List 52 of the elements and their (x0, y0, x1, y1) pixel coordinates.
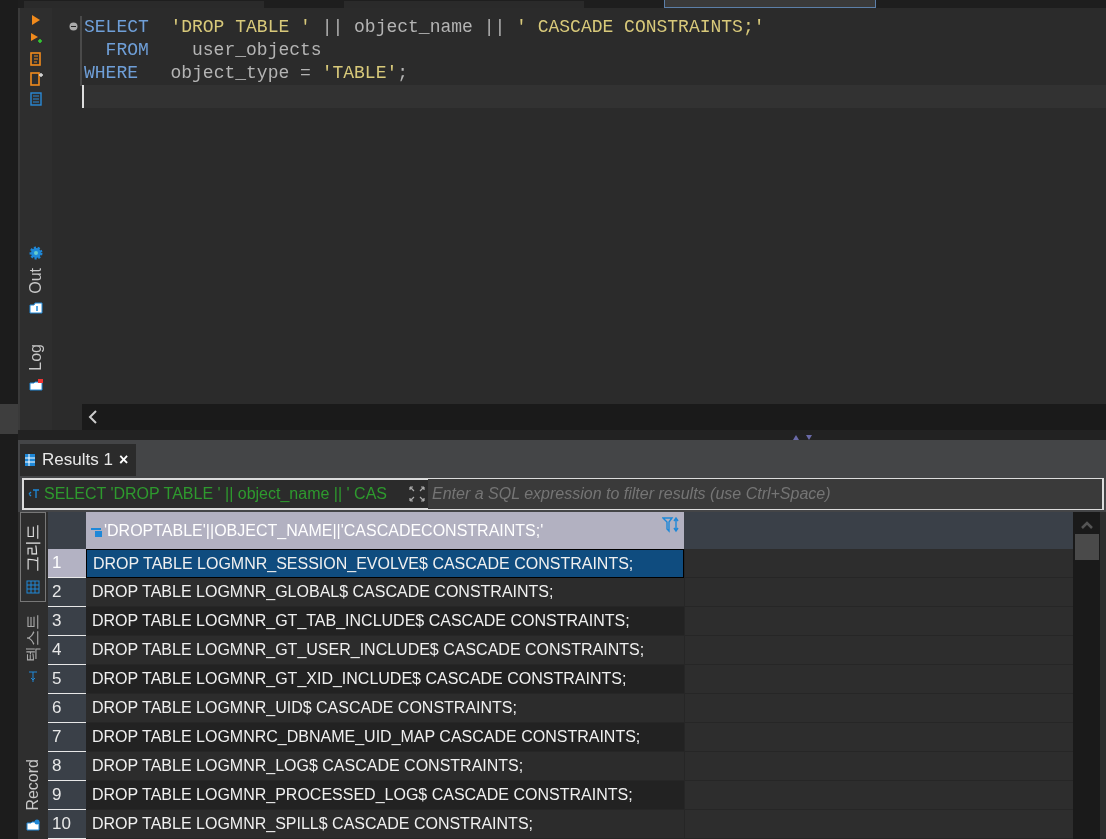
folder-icon (26, 819, 40, 831)
code-token: 'DROP TABLE ' (169, 17, 311, 37)
view-tab[interactable]: 그리드 (20, 512, 46, 602)
code-token: ' CASCADE CONSTRAINTS;' (516, 17, 765, 37)
row-number: 4 (48, 636, 86, 665)
filter-sort-icon[interactable] (662, 517, 680, 533)
row-number: 1 (48, 549, 86, 578)
output-tab[interactable]: Out (24, 266, 48, 296)
code-token: 'TABLE' (321, 63, 398, 83)
table-cell[interactable]: DROP TABLE LOGMNRC_DBNAME_UID_MAP CASCADE CONSTRAINTS; (86, 723, 684, 752)
grid-icon (26, 580, 40, 594)
record-tab[interactable]: Record (20, 747, 46, 839)
code-token: user_objects (191, 40, 322, 60)
table-cell[interactable]: DROP TABLE LOGMNR_SESSION_EVOLVE$ CASCADE CONSTRAINTS; (86, 549, 684, 578)
run-icon[interactable] (31, 14, 41, 26)
row-number: 8 (48, 752, 86, 781)
collapse-icon[interactable] (69, 22, 78, 31)
code-token: ; (397, 63, 409, 83)
splitter-arrows-icon[interactable] (792, 434, 814, 440)
close-button[interactable]: × (118, 451, 129, 469)
text-icon (28, 670, 38, 684)
code-token: SELECT (84, 17, 149, 37)
table-cell[interactable]: DROP TABLE LOGMNR_PROCESSED_LOG$ CASCADE CONSTRAINTS; (86, 781, 684, 810)
log-tab[interactable]: Log (24, 341, 48, 373)
row-number: 2 (48, 578, 86, 607)
script-icon[interactable] (30, 52, 42, 66)
editor-tab[interactable] (664, 0, 876, 8)
code-token: object_type = (169, 63, 312, 83)
row-number: 9 (48, 781, 86, 810)
folder-icon (29, 378, 43, 391)
script-run-icon[interactable] (29, 72, 43, 86)
view-tab[interactable]: 텍스트 (20, 602, 46, 692)
row-number: 5 (48, 665, 86, 694)
code-token: FROM (104, 40, 149, 60)
grid-icon (24, 453, 36, 467)
scrollbar-thumb[interactable] (0, 404, 18, 434)
document-icon[interactable] (30, 92, 42, 106)
folder-icon (29, 301, 43, 314)
table-cell[interactable]: DROP TABLE LOGMNR_GT_XID_INCLUDE$ CASCADE CONSTRAINTS; (86, 665, 684, 694)
scroll-up-icon[interactable] (1079, 520, 1094, 530)
results-tab[interactable]: Results 1 × (20, 444, 137, 476)
row-number: 6 (48, 694, 86, 723)
gear-icon[interactable] (29, 246, 43, 260)
row-number: 3 (48, 607, 86, 636)
row-number: 10 (48, 810, 86, 839)
code-token: || object_name || (320, 17, 507, 37)
code-token: WHERE (84, 63, 138, 83)
run-new-icon[interactable] (30, 32, 42, 46)
scrollbar-thumb[interactable] (1074, 534, 1099, 560)
scroll-left-icon[interactable] (88, 410, 98, 425)
row-number: 7 (48, 723, 86, 752)
table-cell[interactable]: DROP TABLE LOGMNR_GT_TAB_INCLUDE$ CASCADE CONSTRAINTS; (86, 607, 684, 636)
